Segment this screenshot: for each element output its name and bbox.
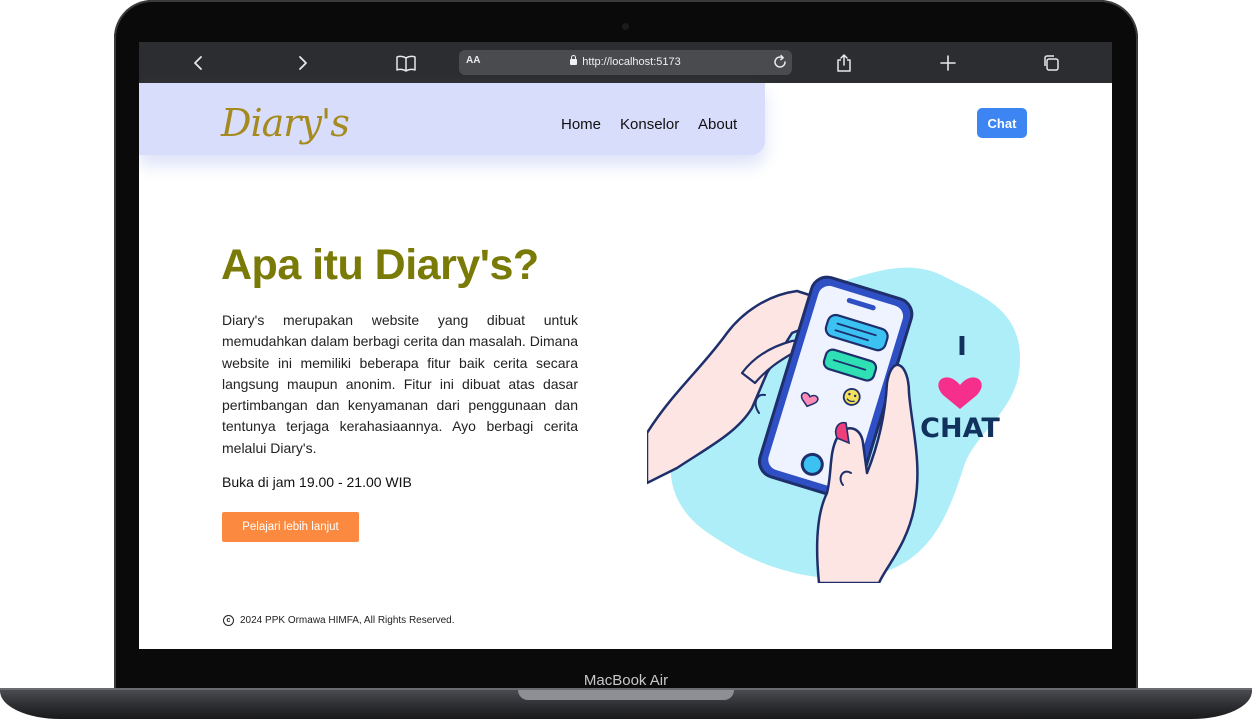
footer: c 2024 PPK Ormawa HIMFA, All Rights Rese…	[223, 615, 455, 626]
web-page: Diary's Home Konselor About Chat Apa itu…	[139, 83, 1112, 649]
address-bar[interactable]: AA http://localhost:5173	[459, 50, 792, 75]
phone-chat-illustration: I CHAT	[647, 267, 1021, 583]
nav-about-link[interactable]: About	[698, 116, 737, 133]
illustration-i-text: I	[957, 332, 967, 362]
browser-toolbar: AA http://localhost:5173	[139, 42, 1112, 83]
copyright-icon: c	[223, 615, 234, 626]
reload-icon[interactable]	[772, 54, 788, 70]
nav-konselor-link[interactable]: Konselor	[620, 116, 679, 133]
nav-home-link[interactable]: Home	[561, 116, 601, 133]
lock-icon	[570, 55, 578, 65]
tabs-icon[interactable]	[1038, 50, 1064, 76]
hero-description: Diary's merupakan website yang dibuat un…	[222, 312, 578, 456]
forward-icon[interactable]	[289, 50, 315, 76]
url-text: http://localhost:5173	[582, 56, 681, 68]
back-icon[interactable]	[186, 50, 212, 76]
share-icon[interactable]	[831, 50, 857, 76]
camera-icon	[622, 23, 629, 30]
navbar: Diary's Home Konselor About	[139, 83, 765, 155]
new-tab-icon[interactable]	[935, 50, 961, 76]
chat-button[interactable]: Chat	[977, 108, 1027, 138]
device-label: MacBook Air	[583, 672, 669, 689]
laptop-notch	[518, 690, 734, 700]
bookmarks-icon[interactable]	[393, 50, 419, 76]
screen: AA http://localhost:5173 Diary's Home Ko…	[139, 42, 1112, 649]
footer-text: 2024 PPK Ormawa HIMFA, All Rights Reserv…	[240, 615, 455, 626]
site-logo[interactable]: Diary's	[221, 101, 350, 145]
url-display: http://localhost:5173	[459, 55, 792, 68]
illustration-chat-text: CHAT	[920, 413, 1000, 444]
opening-hours: Buka di jam 19.00 - 21.00 WIB	[222, 474, 412, 490]
learn-more-button[interactable]: Pelajari lebih lanjut	[222, 512, 359, 542]
hero-title: Apa itu Diary's?	[221, 241, 539, 289]
